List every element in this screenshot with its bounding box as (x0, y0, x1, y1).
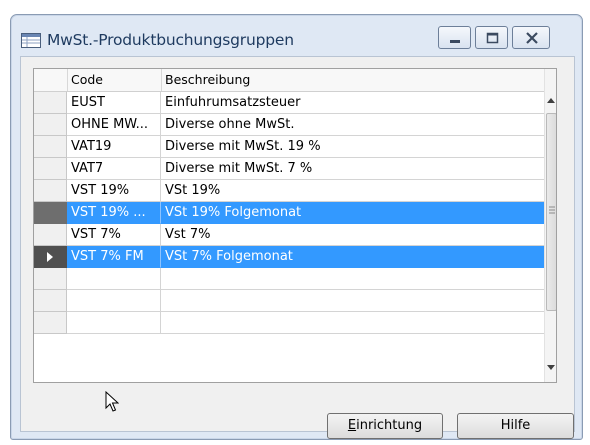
column-header-description[interactable]: Beschreibung (161, 69, 544, 91)
cell-description[interactable]: Diverse mit MwSt. 19 % (161, 136, 544, 158)
row-selector[interactable] (34, 158, 67, 180)
table-row[interactable]: VST 7% FM VSt 7% Folgemonat (34, 246, 544, 268)
cell-description[interactable]: Diverse ohne MwSt. (161, 114, 544, 136)
cell-description[interactable]: Einfuhrumsatzsteuer (161, 92, 544, 114)
column-header-code[interactable]: Code (67, 69, 161, 91)
setup-button-mnemonic: E (347, 418, 357, 433)
mouse-pointer-icon (105, 390, 120, 417)
dialog-client-area: Code Beschreibung EUST Einfuhrumsatzsteue… (20, 56, 575, 439)
table-row[interactable]: VAT7 Diverse mit MwSt. 7 % (34, 158, 544, 180)
help-button[interactable]: Hilfe (457, 413, 574, 439)
cell-code[interactable]: OHNE MW... (67, 114, 161, 136)
cell-description[interactable]: VSt 19% (161, 180, 544, 202)
row-selector[interactable] (34, 312, 67, 334)
cell-code[interactable] (67, 268, 161, 290)
row-selector[interactable] (34, 290, 67, 312)
table-row[interactable]: VST 19% ... VSt 19% Folgemonat (34, 202, 544, 224)
close-icon (526, 32, 538, 44)
window-title: MwSt.-Produktbuchungsgruppen (47, 31, 294, 49)
table-row[interactable] (34, 268, 544, 290)
cell-code[interactable] (67, 312, 161, 334)
setup-button-label: inrichtung (356, 418, 423, 433)
setup-button[interactable]: Einrichtung (327, 413, 443, 439)
row-selector-header (34, 69, 67, 91)
cell-code[interactable]: VST 19% ... (67, 202, 161, 224)
scroll-down-arrow-icon[interactable] (545, 359, 556, 375)
table-row[interactable] (34, 290, 544, 312)
scrollbar-thumb[interactable] (546, 113, 556, 311)
cell-description[interactable] (161, 312, 544, 334)
row-selector[interactable] (34, 224, 67, 246)
table-row[interactable]: VST 7% Vst 7% (34, 224, 544, 246)
cell-code[interactable]: VST 7% (67, 224, 161, 246)
cell-code[interactable]: VST 19% (67, 180, 161, 202)
grid-header: Code Beschreibung (34, 69, 544, 92)
close-button[interactable] (512, 26, 550, 49)
row-selector[interactable] (34, 136, 67, 158)
row-selector[interactable] (34, 246, 67, 268)
table-row[interactable]: VST 19% VSt 19% (34, 180, 544, 202)
minimize-button[interactable] (438, 26, 471, 49)
caption-buttons (438, 26, 550, 51)
vertical-scrollbar[interactable] (544, 69, 556, 382)
row-selector[interactable] (34, 268, 67, 290)
minimize-icon (450, 40, 460, 43)
maximize-button[interactable] (475, 26, 508, 49)
data-grid[interactable]: Code Beschreibung EUST Einfuhrumsatzsteue… (33, 68, 557, 383)
cell-code[interactable]: VST 7% FM (67, 246, 161, 268)
row-selector[interactable] (34, 92, 67, 114)
scroll-up-arrow-icon[interactable] (545, 93, 556, 109)
cell-description[interactable] (161, 290, 544, 312)
dialog-window: MwSt.-Produktbuchungsgruppen Code Beschr… (10, 14, 583, 440)
row-selector[interactable] (34, 114, 67, 136)
row-selector[interactable] (34, 180, 67, 202)
cell-code[interactable] (67, 290, 161, 312)
title-bar[interactable]: MwSt.-Produktbuchungsgruppen (11, 15, 582, 57)
cell-description[interactable] (161, 268, 544, 290)
table-row[interactable] (34, 312, 544, 334)
cell-code[interactable]: VAT19 (67, 136, 161, 158)
cell-code[interactable]: VAT7 (67, 158, 161, 180)
table-row[interactable]: VAT19 Diverse mit MwSt. 19 % (34, 136, 544, 158)
cell-code[interactable]: EUST (67, 92, 161, 114)
cell-description[interactable]: Vst 7% (161, 224, 544, 246)
row-selector[interactable] (34, 202, 67, 224)
maximize-icon (486, 32, 499, 44)
cell-description[interactable]: VSt 7% Folgemonat (161, 246, 544, 268)
table-row[interactable]: EUST Einfuhrumsatzsteuer (34, 92, 544, 114)
cell-description[interactable]: Diverse mit MwSt. 7 % (161, 158, 544, 180)
table-row[interactable]: OHNE MW... Diverse ohne MwSt. (34, 114, 544, 136)
table-window-icon (21, 33, 41, 48)
current-row-arrow-icon (47, 252, 53, 262)
cell-description[interactable]: VSt 19% Folgemonat (161, 202, 544, 224)
